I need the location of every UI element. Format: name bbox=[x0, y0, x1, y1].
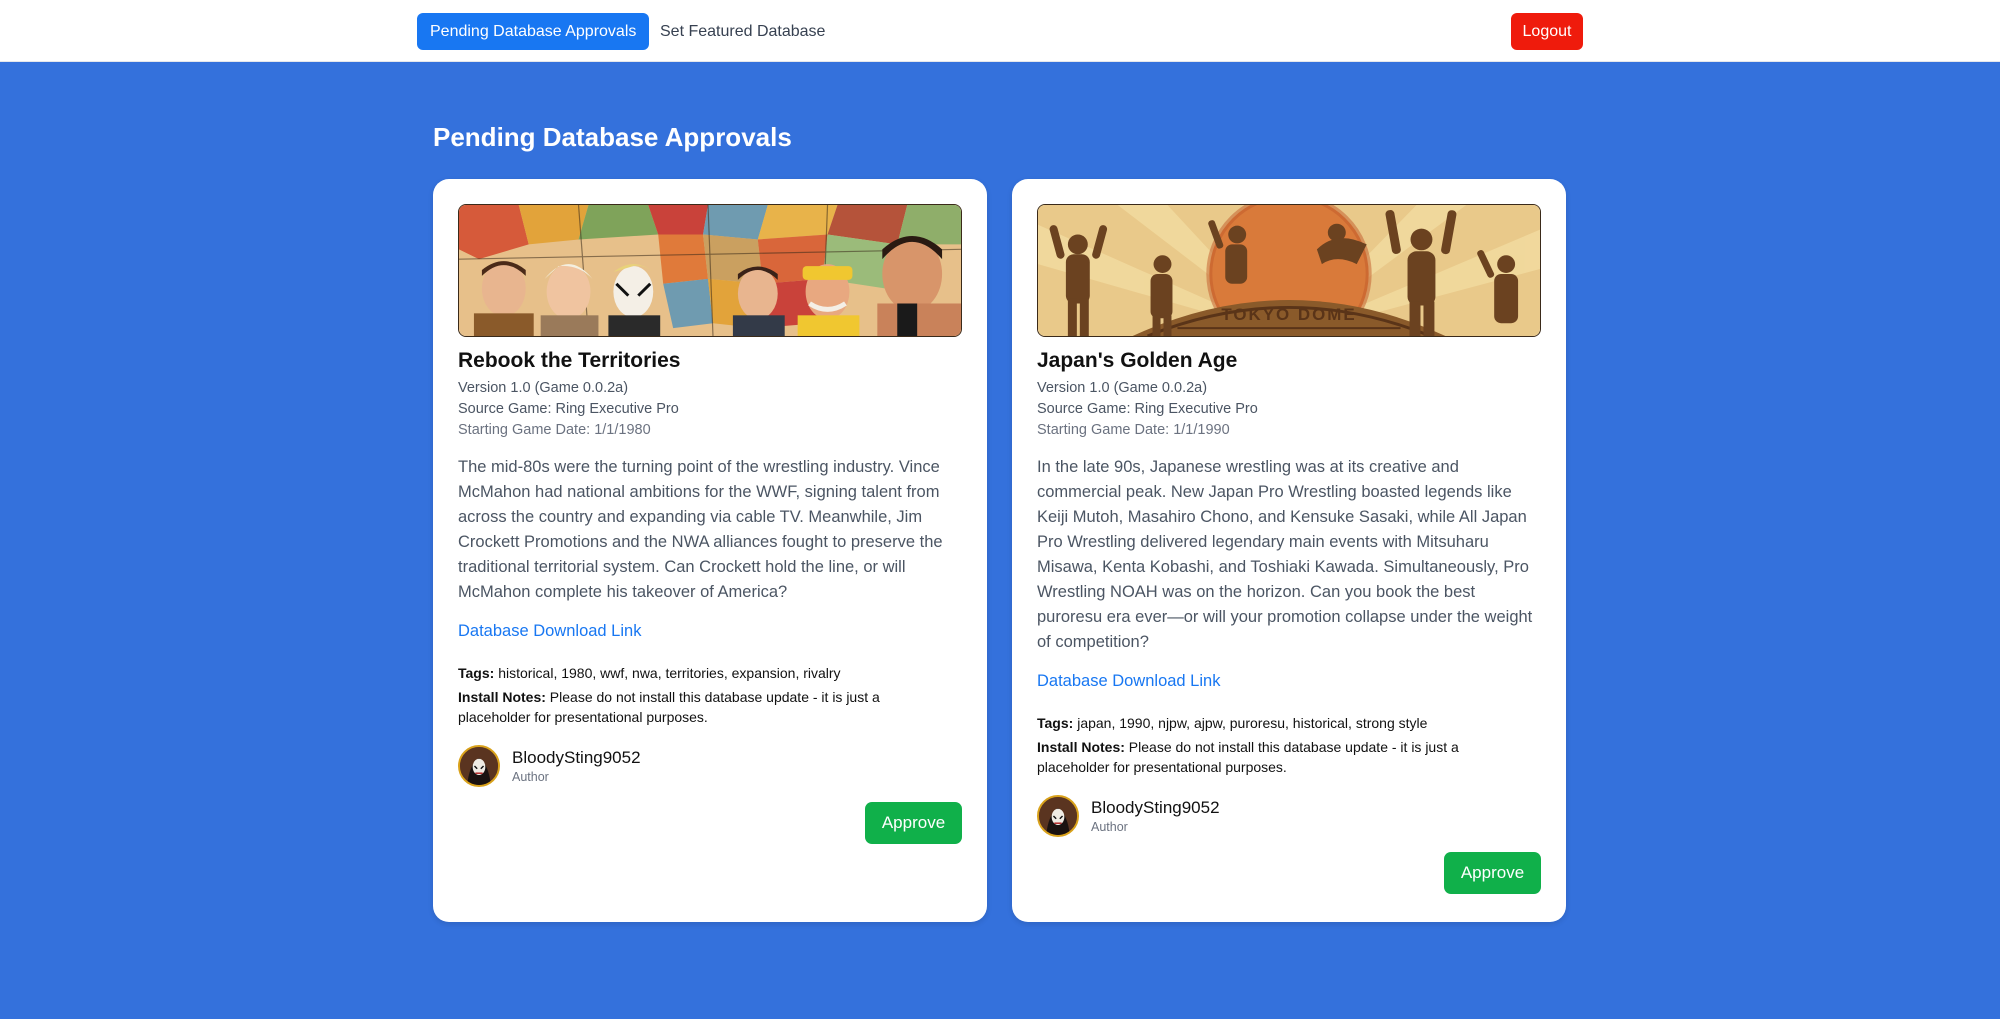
wrestling-territories-banner-image bbox=[458, 204, 962, 337]
tags-label: Tags: bbox=[1037, 715, 1074, 731]
author-role: Author bbox=[512, 770, 549, 784]
approve-button[interactable]: Approve bbox=[865, 802, 962, 844]
author-name[interactable]: BloodySting9052 bbox=[1091, 798, 1220, 818]
logout-button[interactable]: Logout bbox=[1511, 13, 1583, 50]
start-date-text: Starting Game Date: 1/1/1980 bbox=[458, 422, 651, 438]
database-download-link[interactable]: Database Download Link bbox=[1037, 672, 1220, 691]
tags-row: Tags: historical, 1980, wwf, nwa, territ… bbox=[458, 665, 962, 681]
install-notes: Install Notes: Please do not install thi… bbox=[1037, 737, 1507, 777]
version-text: Version 1.0 (Game 0.0.2a) bbox=[1037, 380, 1208, 396]
author-name[interactable]: BloodySting9052 bbox=[512, 748, 641, 768]
tags-value: historical, 1980, wwf, nwa, territories,… bbox=[498, 665, 841, 681]
source-game-text: Source Game: Ring Executive Pro bbox=[458, 401, 679, 417]
main-content: Pending Database Approvals Rebook the Te… bbox=[0, 62, 2000, 1019]
approve-button[interactable]: Approve bbox=[1444, 852, 1541, 894]
card-description: In the late 90s, Japanese wrestling was … bbox=[1037, 458, 1533, 651]
database-download-link[interactable]: Database Download Link bbox=[458, 622, 641, 641]
install-notes-label: Install Notes: bbox=[1037, 739, 1125, 755]
tags-label: Tags: bbox=[458, 665, 495, 681]
card-title: Rebook the Territories bbox=[458, 349, 681, 372]
install-notes: Install Notes: Please do not install thi… bbox=[458, 687, 928, 727]
avatar bbox=[458, 745, 500, 787]
author-role: Author bbox=[1091, 820, 1128, 834]
card-title: Japan's Golden Age bbox=[1037, 349, 1238, 372]
source-game-text: Source Game: Ring Executive Pro bbox=[1037, 401, 1258, 417]
version-text: Version 1.0 (Game 0.0.2a) bbox=[458, 380, 629, 396]
database-card: TOKYO DOME Japan's Golden Age Version 1.… bbox=[1012, 179, 1566, 922]
tags-value: japan, 1990, njpw, ajpw, puroresu, histo… bbox=[1077, 715, 1428, 731]
top-nav-bar: Pending Database Approvals Set Featured … bbox=[0, 0, 2000, 62]
database-card: Rebook the Territories Version 1.0 (Game… bbox=[433, 179, 987, 922]
start-date-text: Starting Game Date: 1/1/1990 bbox=[1037, 422, 1230, 438]
tags-row: Tags: japan, 1990, njpw, ajpw, puroresu,… bbox=[1037, 715, 1541, 731]
author-block: BloodySting9052 Author bbox=[1037, 795, 1337, 839]
card-description: The mid-80s were the turning point of th… bbox=[458, 458, 943, 601]
tokyo-dome-banner-image: TOKYO DOME bbox=[1037, 204, 1541, 337]
set-featured-nav-link[interactable]: Set Featured Database bbox=[647, 13, 838, 50]
tokyo-dome-banner-text: TOKYO DOME bbox=[1221, 305, 1356, 324]
pending-approvals-nav-button[interactable]: Pending Database Approvals bbox=[417, 13, 650, 50]
install-notes-label: Install Notes: bbox=[458, 689, 546, 705]
page-title: Pending Database Approvals bbox=[433, 122, 792, 152]
avatar bbox=[1037, 795, 1079, 837]
author-block: BloodySting9052 Author bbox=[458, 745, 758, 789]
